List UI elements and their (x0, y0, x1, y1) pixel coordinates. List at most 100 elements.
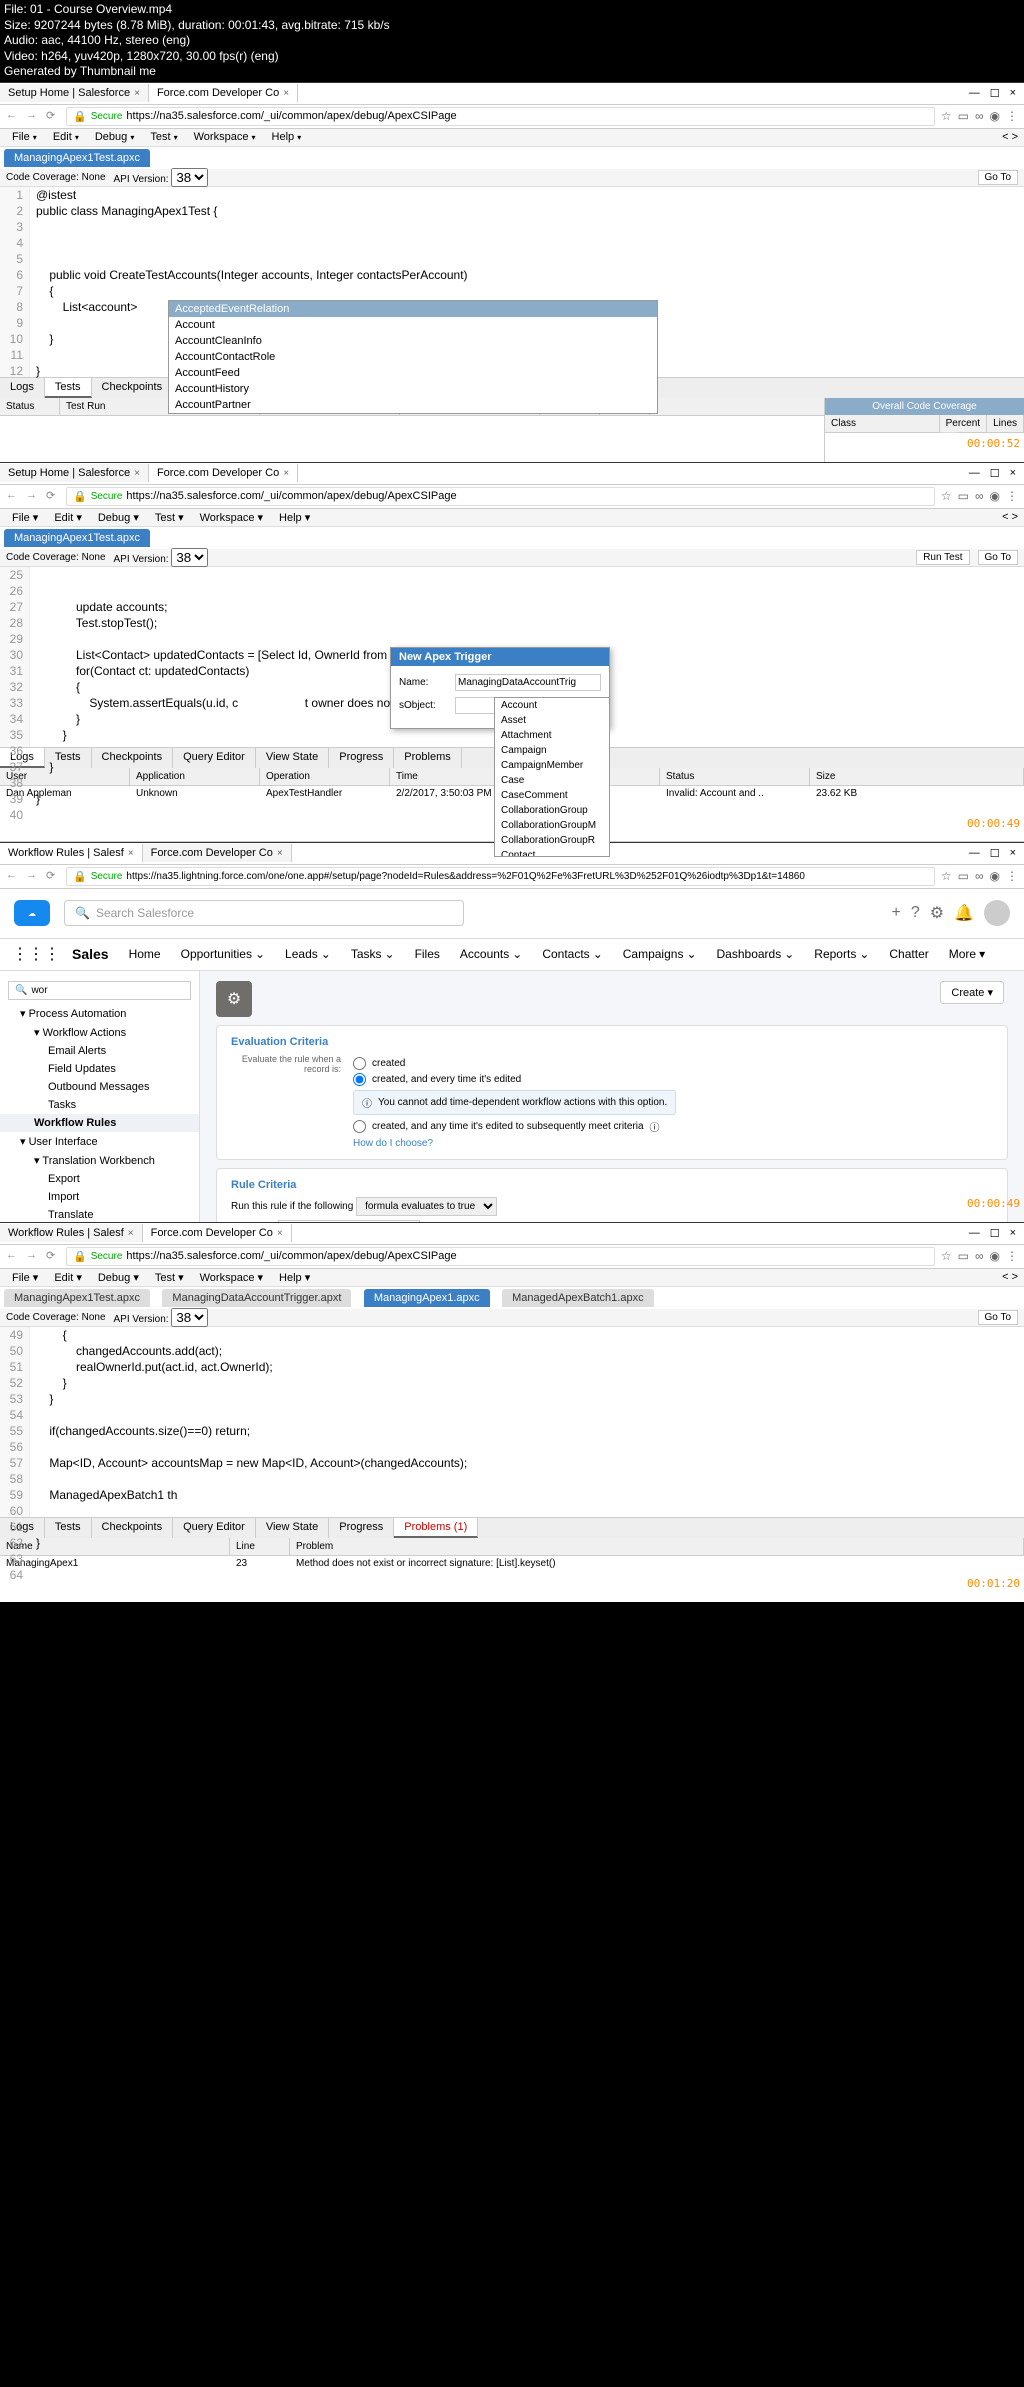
menu-file[interactable]: File ▾ (6, 129, 43, 145)
close-icon[interactable]: × (283, 88, 289, 99)
tree-process-automation[interactable]: ▾ Process Automation (0, 1004, 199, 1023)
trigger-name-input[interactable] (455, 674, 601, 691)
goto-button[interactable]: Go To (978, 170, 1019, 185)
tab-tests[interactable]: Tests (45, 378, 92, 398)
maximize-icon[interactable]: ☐ (990, 87, 1000, 100)
plus-icon[interactable]: + (891, 904, 900, 922)
api-version: API Version: 38 (114, 168, 209, 187)
forward-icon[interactable]: → (26, 109, 40, 123)
global-search[interactable]: 🔍 Search Salesforce (64, 900, 464, 926)
problem-row[interactable]: ManagingApex1 23 Method does not exist o… (0, 1556, 1024, 1571)
eval-criteria-title: Evaluation Criteria (231, 1036, 993, 1048)
nav-leads[interactable]: Leads ⌄ (277, 943, 339, 965)
runtest-button[interactable]: Run Test (916, 550, 969, 565)
back-icon[interactable]: ← (6, 109, 20, 123)
url-input[interactable]: 🔒Secure https://na35.salesforce.com/_ui/… (66, 1247, 935, 1266)
code-editor[interactable]: { changedAccounts.add(act); realOwnerId.… (30, 1327, 1024, 1517)
bell-icon[interactable]: 🔔 (954, 903, 974, 923)
play-overlay: ▶ 00:00:49 (935, 1190, 1020, 1218)
file-tab[interactable]: ManagingDataAccountTrigger.apxt (162, 1289, 351, 1307)
file-tab[interactable]: ManagingApex1Test.apxc (4, 529, 150, 547)
shield-icon[interactable]: ◉ (990, 109, 1000, 123)
nav-contacts[interactable]: Contacts ⌄ (534, 943, 610, 965)
rule-type-select[interactable]: formula evaluates to true (356, 1197, 497, 1216)
info-icon[interactable]: ⓘ (650, 1119, 660, 1134)
avatar[interactable] (984, 900, 1010, 926)
file-tab-active[interactable]: ManagingApex1.apxc (364, 1289, 490, 1307)
tree-field-updates[interactable]: Field Updates (0, 1060, 199, 1078)
menu-workspace[interactable]: Workspace ▾ (188, 129, 262, 145)
close-icon[interactable]: × (1010, 87, 1016, 100)
nav-files[interactable]: Files (407, 943, 448, 965)
tab-logs[interactable]: Logs (0, 378, 45, 398)
tab-setup[interactable]: Setup Home | Salesforce× (0, 464, 149, 482)
menu-help[interactable]: Help ▾ (266, 129, 308, 145)
help-icon[interactable]: ? (911, 904, 920, 922)
sobject-dropdown[interactable]: AccountAsset AttachmentCampaign Campaign… (494, 697, 610, 857)
how-choose-link[interactable]: How do I choose? (353, 1138, 676, 1149)
tree-ui[interactable]: ▾ User Interface (0, 1132, 199, 1151)
nav-more[interactable]: More ▾ (941, 943, 993, 965)
gear-box-icon: ⚙ (216, 981, 252, 1017)
nav-home[interactable]: Home (121, 943, 169, 965)
file-tab[interactable]: ManagingApex1Test.apxc (4, 149, 150, 167)
minimize-icon[interactable]: — (969, 87, 980, 100)
nav-accounts[interactable]: Accounts ⌄ (452, 943, 530, 965)
tree-workflow-rules[interactable]: Workflow Rules (0, 1114, 199, 1132)
file-tab[interactable]: ManagedApexBatch1.apxc (502, 1289, 653, 1307)
tab-force[interactable]: Force.com Developer Co× (149, 84, 298, 102)
reload-icon[interactable]: ⟳ (46, 109, 60, 123)
menu-edit[interactable]: Edit ▾ (47, 129, 85, 145)
tree-email-alerts[interactable]: Email Alerts (0, 1042, 199, 1060)
radio-subsequent[interactable] (353, 1120, 366, 1133)
menu-debug[interactable]: Debug ▾ (89, 129, 141, 145)
goto-button[interactable]: Go To (978, 1310, 1019, 1325)
radio-edited[interactable] (353, 1073, 366, 1086)
menu-test[interactable]: Test ▾ (144, 129, 183, 145)
tree-outbound[interactable]: Outbound Messages (0, 1078, 199, 1096)
url-input[interactable]: 🔒 Secure https://na35.salesforce.com/_ui… (66, 107, 935, 126)
gear-icon[interactable]: ⚙ (930, 903, 944, 923)
url-input[interactable]: 🔒Secure https://na35.lightning.force.com… (66, 867, 935, 886)
nav-opp[interactable]: Opportunities ⌄ (173, 943, 273, 965)
tree-tasks[interactable]: Tasks (0, 1096, 199, 1114)
setup-search[interactable]: 🔍 wor (8, 981, 191, 1000)
cast-icon[interactable]: ▭ (958, 109, 969, 123)
tab-workflow[interactable]: Workflow Rules | Salesf× (0, 844, 143, 862)
coverage-label[interactable]: Code Coverage: None (6, 172, 106, 183)
tab-force[interactable]: Force.com Developer Co× (143, 844, 292, 862)
info-warning: ⓘYou cannot add time-dependent workflow … (353, 1090, 676, 1115)
tab-force[interactable]: Force.com Developer Co× (149, 464, 298, 482)
salesforce-logo: ☁ (14, 900, 50, 926)
back-icon[interactable]: ← (6, 489, 20, 503)
infinity-icon[interactable]: ∞ (975, 109, 984, 123)
radio-created[interactable] (353, 1057, 366, 1070)
app-name: Sales (64, 942, 117, 966)
nav-campaigns[interactable]: Campaigns ⌄ (615, 943, 705, 965)
file-tab[interactable]: ManagingApex1Test.apxc (4, 1289, 150, 1307)
tab-force[interactable]: Force.com Developer Co× (143, 1224, 292, 1242)
create-button[interactable]: Create ▾ (940, 981, 1004, 1004)
reload-icon[interactable]: ⟳ (46, 489, 60, 503)
goto-button[interactable]: Go To (978, 550, 1019, 565)
star-icon[interactable]: ☆ (941, 109, 952, 123)
autocomplete-popup[interactable]: AcceptedEventRelation Account AccountCle… (168, 300, 658, 414)
search-icon: 🔍 (15, 985, 27, 996)
forward-icon[interactable]: → (26, 489, 40, 503)
rule-criteria-title: Rule Criteria (231, 1179, 993, 1191)
nav-chatter[interactable]: Chatter (881, 943, 936, 965)
nav-reports[interactable]: Reports ⌄ (806, 943, 877, 965)
tab-checkpoints[interactable]: Checkpoints (92, 378, 174, 398)
nav-dashboards[interactable]: Dashboards ⌄ (709, 943, 803, 965)
url-input[interactable]: 🔒Secure https://na35.salesforce.com/_ui/… (66, 487, 935, 506)
tab-setup[interactable]: Setup Home | Salesforce× (0, 84, 149, 102)
tab-workflow[interactable]: Workflow Rules | Salesf× (0, 1224, 143, 1242)
close-icon[interactable]: × (134, 88, 140, 99)
tree-translation[interactable]: ▾ Translation Workbench (0, 1151, 199, 1170)
lock-icon: 🔒 (73, 110, 87, 123)
tree-workflow-actions[interactable]: ▾ Workflow Actions (0, 1023, 199, 1042)
app-launcher-icon[interactable]: ⋮⋮⋮ (12, 944, 60, 964)
nav-tasks[interactable]: Tasks ⌄ (343, 943, 403, 965)
menu-icon[interactable]: ⋮ (1006, 109, 1018, 123)
search-icon: 🔍 (75, 906, 90, 920)
